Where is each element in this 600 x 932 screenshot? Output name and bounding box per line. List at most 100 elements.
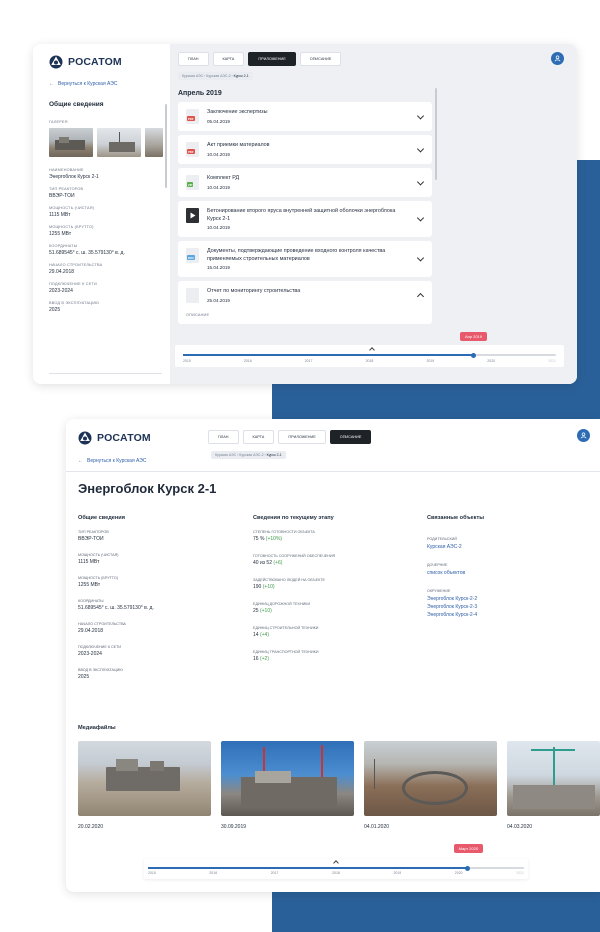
field-label: КООРДИНАТЫ — [49, 244, 78, 248]
document-item[interactable]: ZIP Комплект РД 10.04.2019 — [178, 168, 432, 197]
timeline-year[interactable]: 2020 — [455, 871, 463, 875]
brand-logo[interactable]: РОСАТОМ — [78, 431, 151, 445]
child-link[interactable]: список объектов — [427, 570, 587, 576]
env-link[interactable]: Энергоблок Курск-2-4 — [427, 612, 587, 618]
tab-plan[interactable]: ПЛАН — [208, 430, 239, 444]
timeline-year[interactable]: 2015 — [183, 359, 191, 363]
document-item[interactable]: Отчет по мониторингу строительства 25.04.… — [178, 281, 432, 324]
chevron-down-icon[interactable] — [416, 177, 425, 186]
field-label: МОЩНОСТЬ (БРУТТО) — [49, 225, 94, 229]
tab-attachment[interactable]: ПРИЛОЖЕНИЕ — [278, 430, 326, 444]
file-icon: PDF — [186, 109, 199, 124]
timeline-year[interactable]: 2017 — [271, 871, 279, 875]
document-text: Акт приемки материалов 10.04.2019 — [207, 142, 270, 157]
gallery-thumb[interactable] — [49, 128, 93, 157]
tab-map[interactable]: КАРТА — [242, 430, 275, 444]
timeline-year[interactable]: 2015 — [148, 871, 156, 875]
stat-value: 16 — [253, 656, 259, 662]
info-field: МОЩНОСТЬ (ЧИСТАЯ) 1115 МВт — [49, 206, 167, 218]
document-item[interactable]: PDF Заключение экспертизы 05.04.2019 — [178, 102, 432, 131]
stat-value-row: 14 (+4) — [253, 632, 413, 638]
env-link[interactable]: Энергоблок Курск-2-2 — [427, 596, 587, 602]
timeline-year[interactable]: 2016 — [209, 871, 217, 875]
timeline-year[interactable]: 2019 — [393, 871, 401, 875]
timeline-year[interactable]: 2018 — [366, 359, 374, 363]
stat-delta: (+10) — [262, 584, 275, 590]
timeline-collapse-icon[interactable] — [333, 860, 339, 866]
back-link[interactable]: ← Вернуться к Курская АЭС — [49, 81, 117, 87]
stat-value-row: 16 (+2) — [253, 656, 413, 662]
gallery-thumb[interactable] — [97, 128, 141, 157]
field-label: КООРДИНАТЫ — [78, 599, 104, 603]
timeline-year[interactable]: 2017 — [305, 359, 313, 363]
stat-field: ЕДИНИЦ СТРОИТЕЛЬНОЙ ТЕХНИКИ 14 (+4) — [253, 626, 413, 638]
field-value: 1255 МВт — [78, 582, 101, 588]
media-photo[interactable] — [221, 741, 354, 816]
child-label: ДОЧЕРНИЕ — [427, 563, 448, 567]
chevron-down-icon[interactable] — [416, 111, 425, 120]
tab-description[interactable]: ОПИСАНИЕ — [329, 430, 372, 444]
breadcrumb: Курская АЭС › Курская АЭС-2 › Курск 2-1 — [178, 72, 253, 80]
timeline-year[interactable]: 2019 — [426, 359, 434, 363]
timeline-year[interactable]: 2021 — [548, 359, 556, 363]
media-photo[interactable] — [78, 741, 211, 816]
video-icon — [186, 208, 199, 223]
chevron-down-icon[interactable] — [416, 214, 425, 222]
timeline-handle[interactable] — [465, 865, 471, 871]
general-title: Общие сведения — [78, 515, 125, 521]
file-icon — [186, 288, 199, 304]
user-avatar[interactable] — [577, 429, 590, 442]
document-text: Комплект РД 10.04.2019 — [207, 175, 239, 190]
media-photo[interactable] — [507, 741, 600, 816]
timeline-handle[interactable] — [471, 352, 477, 358]
chevron-down-icon[interactable] — [416, 144, 425, 153]
document-date: 10.04.2019 — [207, 225, 230, 231]
timeline-year[interactable]: 2016 — [244, 359, 252, 363]
field-label: ТИП РЕАКТОРОВ — [78, 530, 109, 534]
document-text: Бетонирование второго яруса внутренней з… — [207, 208, 407, 230]
timeline-track[interactable] — [148, 865, 524, 871]
back-link-label: Вернуться к Курская АЭС — [87, 458, 147, 464]
stat-label: ЗАДЕЙСТВОВАНО ЛЮДЕЙ НА ОБЪЕКТЕ — [253, 578, 325, 582]
field-value: 1115 МВт — [78, 559, 100, 565]
tab-description[interactable]: ОПИСАНИЕ — [299, 52, 342, 66]
file-type-label: PDF — [187, 149, 195, 154]
document-item[interactable]: PDF Акт приемки материалов 10.04.2019 — [178, 135, 432, 164]
timeline-year[interactable]: 2020 — [487, 359, 495, 363]
timeline-track[interactable] — [183, 352, 556, 358]
timeline-year[interactable]: 2018 — [332, 871, 340, 875]
stat-label: ЕДИНИЦ СТРОИТЕЛЬНОЙ ТЕХНИКИ — [253, 626, 319, 630]
chevron-up-icon[interactable] — [416, 293, 425, 301]
breadcrumb-path[interactable]: Курская АЭС › Курская АЭС-2 › — [182, 74, 234, 78]
back-link[interactable]: ← Вернуться к Курская АЭС — [78, 458, 146, 464]
field-value: Энергоблок Курск 2-1 — [49, 174, 99, 180]
tab-attachment[interactable]: ПРИЛОЖЕНИЕ — [248, 52, 296, 66]
field-label: ПОДКЛЮЧЕНИЕ К СЕТИ — [49, 282, 97, 286]
list-scrollbar[interactable] — [435, 88, 437, 180]
tab-plan[interactable]: ПЛАН — [178, 52, 209, 66]
media-date: 04.03.2020 — [507, 824, 533, 830]
media-photo[interactable] — [364, 741, 497, 816]
parent-label: РОДИТЕЛЬСКИЙ — [427, 537, 457, 541]
gallery-thumb[interactable] — [145, 128, 163, 157]
timeline-collapse-icon[interactable] — [369, 347, 375, 353]
tab-map[interactable]: КАРТА — [212, 52, 245, 66]
env-link[interactable]: Энергоблок Курск-2-3 — [427, 604, 587, 610]
document-item[interactable]: Бетонирование второго яруса внутренней з… — [178, 201, 432, 238]
timeline-year[interactable]: 2021 — [516, 871, 524, 875]
chevron-down-icon[interactable] — [416, 254, 425, 262]
related-section: Связанные объекты РОДИТЕЛЬСКИЙ Курская А… — [427, 515, 587, 618]
field-value: 1115 МВт — [49, 212, 71, 218]
top-main-panel: ПЛАН КАРТА ПРИЛОЖЕНИЕ ОПИСАНИЕ Курская А… — [170, 44, 577, 384]
tab-bar: ПЛАН КАРТА ПРИЛОЖЕНИЕ ОПИСАНИЕ — [208, 430, 372, 444]
stat-value-row: 25 (+10) — [253, 608, 413, 614]
user-avatar[interactable] — [551, 52, 564, 65]
document-item[interactable]: DOC Документы, подтверждающие проведение … — [178, 241, 432, 278]
parent-link[interactable]: Курская АЭС-2 — [427, 544, 587, 550]
section-title: Общие сведения — [49, 101, 104, 108]
field-label: НАИМЕНОВАНИЕ — [49, 168, 84, 172]
info-field: КООРДИНАТЫ 51.689545° с. ш. 35.579130° в.… — [49, 244, 167, 256]
stat-value-row: 75 % (+10%) — [253, 536, 413, 542]
brand-logo[interactable]: РОСАТОМ — [49, 55, 122, 69]
breadcrumb-path[interactable]: Курская АЭС › Курская АЭС-2 › — [215, 453, 267, 457]
